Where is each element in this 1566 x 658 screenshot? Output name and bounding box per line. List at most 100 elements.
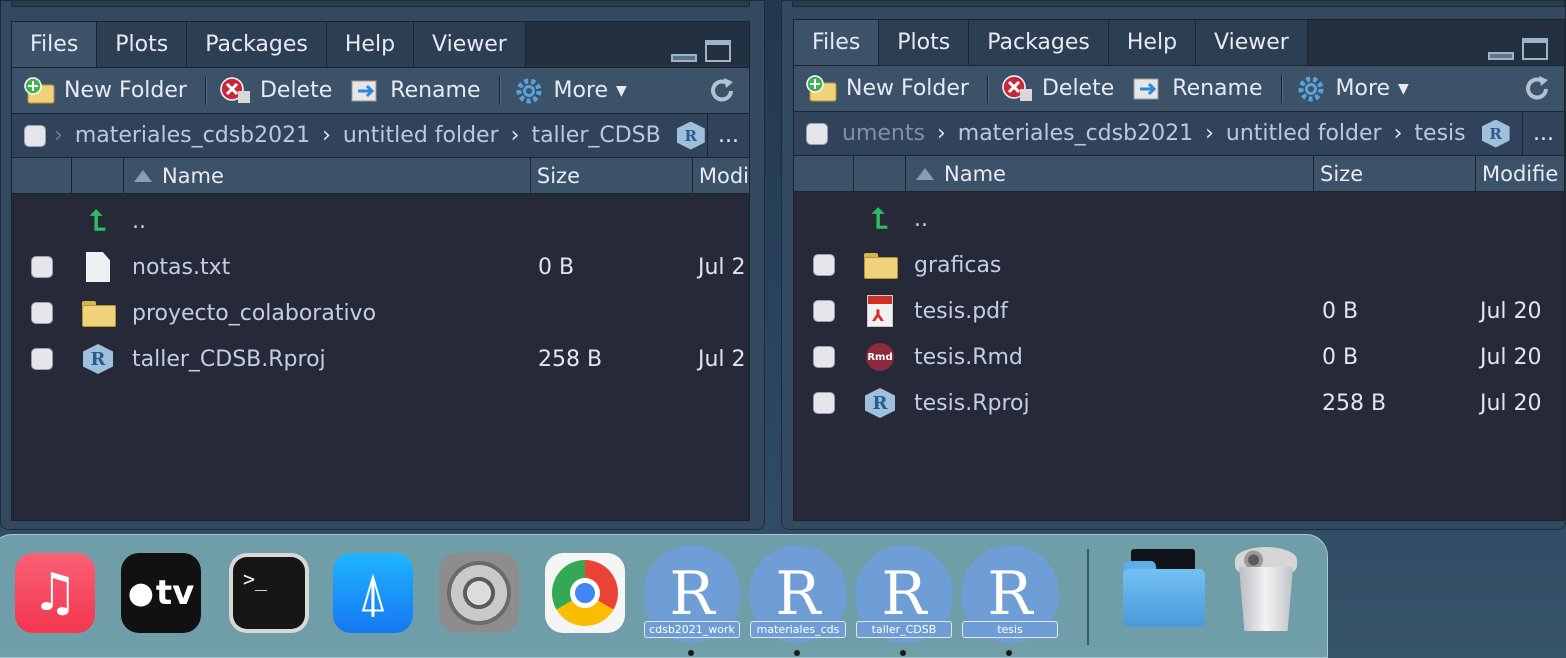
apple-tv-icon[interactable]: ● tv bbox=[121, 553, 201, 633]
column-size[interactable]: Size bbox=[531, 158, 693, 193]
pane-window-controls bbox=[1488, 38, 1548, 60]
table-row[interactable]: R tesis.Rproj 258 B Jul 20 bbox=[794, 380, 1564, 426]
file-name-link[interactable]: proyecto_colaborativo bbox=[124, 301, 376, 326]
column-name[interactable]: Name bbox=[906, 156, 1314, 191]
tab-viewer[interactable]: Viewer bbox=[414, 22, 526, 67]
new-folder-button[interactable]: New Folder bbox=[806, 74, 987, 103]
rename-button[interactable]: Rename bbox=[350, 77, 498, 105]
maximize-pane-button[interactable] bbox=[1522, 38, 1548, 60]
toolbar-divider bbox=[498, 76, 500, 105]
table-row[interactable]: notas.txt 0 B Jul 2 bbox=[12, 244, 749, 290]
maximize-pane-button[interactable] bbox=[705, 40, 731, 62]
breadcrumb-overflow-button[interactable]: ... bbox=[1522, 112, 1564, 155]
delete-button[interactable]: Delete bbox=[220, 76, 350, 105]
column-size[interactable]: Size bbox=[1314, 156, 1476, 191]
delete-label: Delete bbox=[259, 78, 333, 103]
select-all-checkbox[interactable] bbox=[24, 124, 46, 147]
files-pane: Files Plots Packages Help Viewer New Fol… bbox=[793, 19, 1565, 521]
column-name[interactable]: Name bbox=[124, 158, 531, 193]
project-r-icon[interactable]: R bbox=[676, 121, 705, 150]
breadcrumb-item[interactable]: untitled folder bbox=[343, 123, 499, 148]
delete-label: Delete bbox=[1041, 76, 1115, 101]
tab-help[interactable]: Help bbox=[1108, 20, 1197, 65]
folder-icon[interactable] bbox=[1119, 549, 1209, 635]
refresh-icon[interactable] bbox=[707, 76, 737, 106]
file-name-link[interactable]: tesis.Rmd bbox=[906, 345, 1023, 370]
tab-help[interactable]: Help bbox=[326, 22, 415, 67]
text-file-icon bbox=[86, 252, 110, 282]
running-indicator bbox=[688, 650, 694, 656]
system-settings-icon[interactable] bbox=[439, 553, 519, 633]
file-name-link[interactable]: notas.txt bbox=[124, 255, 230, 280]
table-row[interactable]: proyecto_colaborativo bbox=[12, 290, 749, 336]
parent-directory-row[interactable]: ⮤ .. bbox=[794, 196, 1564, 242]
tab-files[interactable]: Files bbox=[794, 20, 880, 65]
chrome-icon[interactable] bbox=[545, 553, 625, 633]
new-folder-icon bbox=[24, 76, 55, 103]
rename-label: Rename bbox=[1172, 76, 1263, 101]
row-checkbox[interactable] bbox=[31, 256, 53, 278]
breadcrumb-item[interactable]: untitled folder bbox=[1226, 121, 1382, 146]
parent-directory-label[interactable]: .. bbox=[124, 209, 146, 234]
row-checkbox[interactable] bbox=[31, 302, 53, 324]
chevron-right-icon: › bbox=[322, 123, 331, 148]
breadcrumb-item[interactable]: uments bbox=[842, 121, 925, 146]
rproj-icon: R bbox=[865, 388, 895, 418]
music-icon[interactable]: ♫ bbox=[15, 553, 95, 633]
project-r-icon[interactable]: R bbox=[1481, 119, 1510, 148]
dropdown-arrow-icon: ▼ bbox=[616, 82, 627, 99]
table-row[interactable]: ⅄ tesis.pdf 0 B Jul 20 bbox=[794, 288, 1564, 334]
trash-icon[interactable] bbox=[1235, 545, 1297, 635]
tab-packages[interactable]: Packages bbox=[969, 20, 1109, 65]
table-row[interactable]: R taller_CDSB.Rproj 258 B Jul 2 bbox=[12, 336, 749, 382]
file-name-link[interactable]: tesis.pdf bbox=[906, 299, 1008, 324]
row-checkbox[interactable] bbox=[31, 348, 53, 370]
tab-plots[interactable]: Plots bbox=[879, 20, 970, 65]
delete-icon bbox=[220, 76, 250, 103]
rename-button[interactable]: Rename bbox=[1132, 75, 1280, 103]
more-menu-button[interactable]: More ▼ bbox=[514, 77, 645, 105]
new-folder-label: New Folder bbox=[64, 78, 187, 103]
row-checkbox[interactable] bbox=[813, 254, 835, 276]
more-menu-button[interactable]: More ▼ bbox=[1296, 75, 1427, 103]
breadcrumb-item[interactable]: taller_CDSB bbox=[531, 123, 660, 148]
tab-plots[interactable]: Plots bbox=[97, 22, 188, 67]
file-name-link[interactable]: taller_CDSB.Rproj bbox=[124, 347, 326, 372]
more-label: More bbox=[553, 78, 609, 103]
minimize-pane-button[interactable] bbox=[1488, 52, 1514, 60]
header-checkbox-column bbox=[794, 156, 854, 191]
column-size-label: Size bbox=[1320, 161, 1364, 186]
terminal-icon[interactable]: >_ bbox=[229, 553, 309, 633]
table-row[interactable]: Rmd tesis.Rmd 0 B Jul 20 bbox=[794, 334, 1564, 380]
breadcrumb-item[interactable]: materiales_cdsb2021 bbox=[75, 123, 310, 148]
file-name-link[interactable]: tesis.Rproj bbox=[906, 391, 1030, 416]
file-modified: Jul 20 bbox=[1480, 390, 1542, 416]
files-pane: Files Plots Packages Help Viewer New Fol… bbox=[11, 21, 750, 521]
delete-button[interactable]: Delete bbox=[1002, 74, 1132, 103]
select-all-checkbox[interactable] bbox=[806, 122, 828, 145]
breadcrumb-overflow-button[interactable]: ... bbox=[707, 114, 749, 157]
row-checkbox[interactable] bbox=[813, 392, 835, 414]
toolbar-divider bbox=[986, 74, 988, 103]
breadcrumb-item[interactable]: materiales_cdsb2021 bbox=[958, 121, 1193, 146]
row-checkbox[interactable] bbox=[813, 300, 835, 322]
new-folder-button[interactable]: New Folder bbox=[24, 76, 205, 105]
column-modified[interactable]: Modi bbox=[693, 158, 749, 193]
app-store-icon[interactable]: ⍋ bbox=[333, 553, 413, 633]
column-modified[interactable]: Modifie bbox=[1476, 156, 1558, 191]
row-checkbox[interactable] bbox=[813, 346, 835, 368]
table-row[interactable]: graficas bbox=[794, 242, 1564, 288]
file-table-header: Name Size Modifie bbox=[794, 156, 1564, 192]
minimize-pane-button[interactable] bbox=[671, 54, 697, 62]
parent-directory-label[interactable]: .. bbox=[906, 207, 928, 232]
file-name-link[interactable]: graficas bbox=[906, 253, 1001, 278]
refresh-icon[interactable] bbox=[1522, 74, 1552, 104]
breadcrumb-item[interactable]: tesis bbox=[1414, 121, 1465, 146]
new-folder-label: New Folder bbox=[846, 76, 969, 101]
tab-viewer[interactable]: Viewer bbox=[1196, 20, 1308, 65]
tab-packages[interactable]: Packages bbox=[187, 22, 327, 67]
tab-files[interactable]: Files bbox=[12, 22, 98, 67]
file-size: 258 B bbox=[538, 346, 603, 372]
parent-directory-row[interactable]: ⮤ .. bbox=[12, 198, 749, 244]
header-checkbox-column bbox=[12, 158, 72, 193]
